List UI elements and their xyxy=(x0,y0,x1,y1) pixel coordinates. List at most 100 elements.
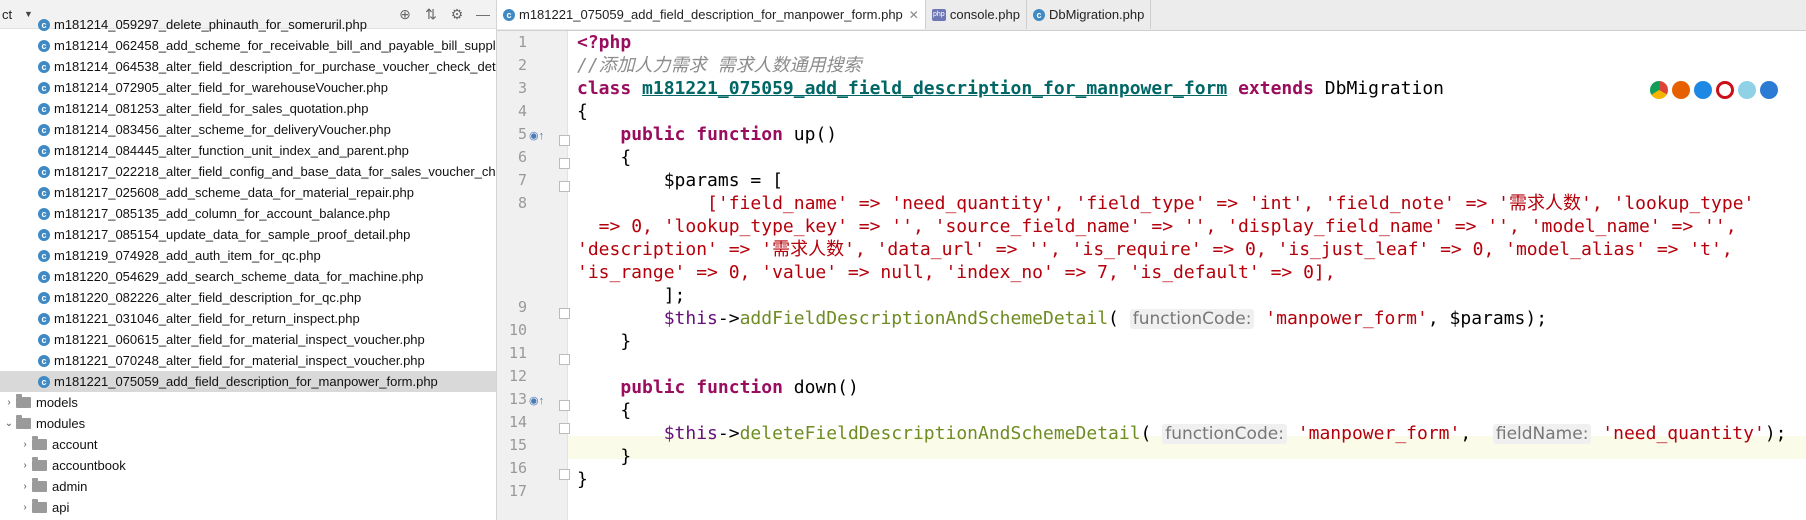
folder-icon xyxy=(32,478,47,492)
chevron-down-icon[interactable]: ⌄ xyxy=(2,418,16,429)
file-label: m181221_075059_add_field_description_for… xyxy=(54,374,438,389)
base-class[interactable]: DbMigration xyxy=(1325,78,1444,99)
ie-icon[interactable] xyxy=(1738,81,1756,99)
code-editor[interactable]: 1 2 3 4 5 6 7 8 9 10 11 12 13 14 15 16 1… xyxy=(497,31,1806,520)
file-label: m181214_083456_alter_scheme_for_delivery… xyxy=(54,122,391,137)
fold-marker-icon[interactable] xyxy=(559,135,570,146)
php-file-icon: c xyxy=(38,39,50,52)
code-line-8a: ['field_name' => 'need_quantity', 'field… xyxy=(577,192,1754,215)
class-name[interactable]: m181221_075059_add_field_description_for… xyxy=(642,78,1227,99)
folder-models[interactable]: › models xyxy=(0,392,496,413)
list-item[interactable]: c m181217_025608_add_scheme_data_for_mate… xyxy=(0,182,496,203)
fold-marker-icon[interactable] xyxy=(559,181,570,192)
line-number: 11 xyxy=(508,344,527,362)
code-area[interactable]: <?php //添加人力需求 需求人数通用搜索 class m181221_07… xyxy=(577,31,1806,520)
folder-icon xyxy=(32,436,47,450)
php-file-icon: c xyxy=(503,8,515,21)
fold-marker-icon[interactable] xyxy=(559,158,570,169)
folder-label: api xyxy=(52,500,70,515)
folder-modules[interactable]: ⌄ modules xyxy=(0,413,496,434)
method-call[interactable]: deleteFieldDescriptionAndSchemeDetail xyxy=(740,423,1141,444)
code-line-2: //添加人力需求 需求人数通用搜索 xyxy=(577,54,862,77)
safari-icon[interactable] xyxy=(1694,81,1712,99)
tab-dbmigration[interactable]: c DbMigration.php xyxy=(1027,0,1152,29)
fold-marker-icon[interactable] xyxy=(559,469,570,480)
code-line-14: { xyxy=(577,399,631,422)
code-line-11: } xyxy=(577,330,631,353)
line-gutter: 1 2 3 4 5 6 7 8 9 10 11 12 13 14 15 16 1… xyxy=(497,31,570,520)
list-item[interactable]: c m181214_064538_alter_field_description_… xyxy=(0,56,496,77)
list-item[interactable]: c m181214_081253_alter_field_for_sales_qu… xyxy=(0,98,496,119)
list-item[interactable]: c m181214_083456_alter_scheme_for_deliver… xyxy=(0,119,496,140)
code-line-8d: 'is_range' => 0, 'value' => null, 'index… xyxy=(577,261,1336,284)
code-line-13: public function down() xyxy=(577,376,858,399)
folder-label: accountbook xyxy=(52,458,126,473)
list-item[interactable]: c m181219_074928_add_auth_item_for_qc.php xyxy=(0,245,496,266)
fold-marker-icon[interactable] xyxy=(559,423,570,434)
fold-marker-icon[interactable] xyxy=(559,354,570,365)
folder-icon xyxy=(32,499,47,513)
chevron-right-icon[interactable]: › xyxy=(2,397,16,408)
param-hint: fieldName: xyxy=(1492,424,1592,444)
tab-console[interactable]: php console.php xyxy=(926,0,1027,29)
folder-api[interactable]: › api xyxy=(0,497,496,518)
list-item[interactable]: c m181214_062458_add_scheme_for_receivabl… xyxy=(0,35,496,56)
list-item[interactable]: c m181214_072905_alter_field_for_warehous… xyxy=(0,77,496,98)
php-file-icon: c xyxy=(38,249,50,262)
list-item[interactable]: c m181217_085154_update_data_for_sample_p… xyxy=(0,224,496,245)
code-line-5: public function up() xyxy=(577,123,837,146)
chevron-right-icon[interactable]: › xyxy=(18,502,32,513)
fold-marker-icon[interactable] xyxy=(559,308,570,319)
list-item[interactable]: c m181221_031046_alter_field_for_return_i… xyxy=(0,308,496,329)
chevron-right-icon[interactable]: › xyxy=(18,481,32,492)
php-file-icon: c xyxy=(38,333,50,346)
override-method-icon[interactable]: ◉↑ xyxy=(529,394,544,407)
chrome-icon[interactable] xyxy=(1650,81,1668,99)
brace: { xyxy=(620,147,632,168)
php-file-icon: c xyxy=(38,270,50,283)
operator: -> xyxy=(717,423,740,444)
list-item[interactable]: c m181220_082226_alter_field_description_… xyxy=(0,287,496,308)
line-number: 17 xyxy=(508,482,527,500)
file-label: m181214_084445_alter_function_unit_index… xyxy=(54,143,409,158)
file-label: m181214_059297_delete_phinauth_for_somer… xyxy=(54,17,367,32)
folder-accountbook[interactable]: › accountbook xyxy=(0,455,496,476)
code-line-8c: 'description' => '需求人数', 'data_url' => '… xyxy=(577,238,1733,261)
line-number: 5 xyxy=(517,125,527,143)
line-number: 9 xyxy=(517,298,527,316)
array-literal: ['field_name' => 'need_quantity', 'field… xyxy=(707,193,1755,214)
php-file-icon: c xyxy=(38,165,50,178)
firefox-icon[interactable] xyxy=(1672,81,1690,99)
edge-icon[interactable] xyxy=(1760,81,1778,99)
list-item[interactable]: c m181221_070248_alter_field_for_material… xyxy=(0,350,496,371)
fold-marker-icon[interactable] xyxy=(559,400,570,411)
file-label: m181221_031046_alter_field_for_return_in… xyxy=(54,311,360,326)
list-item[interactable]: c m181214_084445_alter_function_unit_inde… xyxy=(0,140,496,161)
list-item[interactable]: c m181221_060615_alter_field_for_material… xyxy=(0,329,496,350)
keyword: public xyxy=(620,377,686,398)
folder-label: modules xyxy=(36,416,86,431)
list-item[interactable]: c m181220_054629_add_search_scheme_data_f… xyxy=(0,266,496,287)
folder-account[interactable]: › account xyxy=(0,434,496,455)
close-icon[interactable]: ✕ xyxy=(909,8,919,22)
method-call[interactable]: addFieldDescriptionAndSchemeDetail xyxy=(740,308,1108,329)
chevron-right-icon[interactable]: › xyxy=(18,439,32,450)
brace: { xyxy=(620,400,632,421)
tab-migration[interactable]: c m181221_075059_add_field_description_f… xyxy=(497,0,926,29)
code-line-4: { xyxy=(577,100,588,123)
array-literal: 'is_range' => 0, 'value' => null, 'index… xyxy=(577,262,1336,283)
override-method-icon[interactable]: ◉↑ xyxy=(529,129,544,142)
folder-label: models xyxy=(36,395,78,410)
list-item-selected[interactable]: c m181221_075059_add_field_description_fo… xyxy=(0,371,496,392)
list-item[interactable]: c m181214_059297_delete_phinauth_for_some… xyxy=(0,14,496,35)
list-item[interactable]: c m181217_022218_alter_field_config_and_b… xyxy=(0,161,496,182)
list-item[interactable]: c m181217_085135_add_column_for_account_b… xyxy=(0,203,496,224)
folder-label: admin xyxy=(52,479,88,494)
variable: $params xyxy=(663,170,740,191)
opera-icon[interactable] xyxy=(1716,81,1734,99)
chevron-right-icon[interactable]: › xyxy=(18,460,32,471)
code-line-7: $params = [ xyxy=(577,169,783,192)
file-label: m181214_081253_alter_field_for_sales_quo… xyxy=(54,101,369,116)
folder-admin[interactable]: › admin xyxy=(0,476,496,497)
browser-preview-bar xyxy=(1650,81,1778,99)
